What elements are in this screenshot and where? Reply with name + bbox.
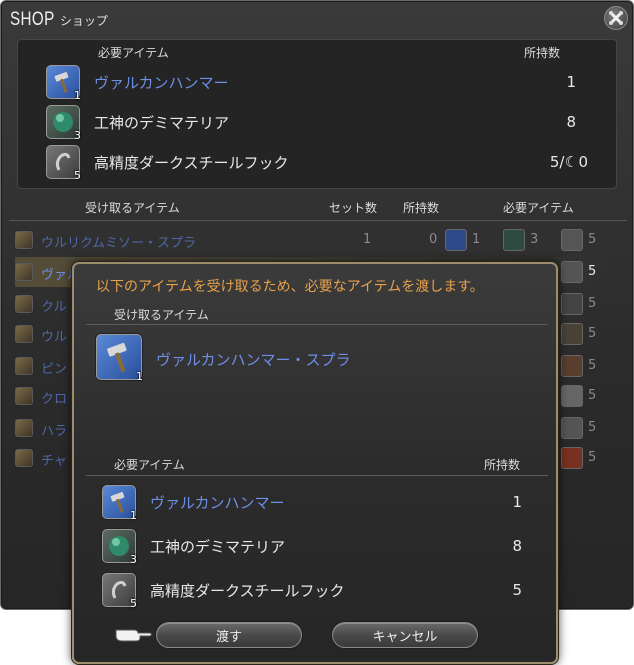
receive-item-panel: 1 ヴァルカンハンマー・スプラ <box>86 324 548 454</box>
col-set: セット数 <box>329 201 378 215</box>
item-name: 高精度ダークスチールフック <box>94 153 289 172</box>
item-quantity: 1 <box>74 89 81 102</box>
item-count: 5/☾0 <box>550 153 588 171</box>
item-icon <box>15 231 33 249</box>
mini-count: 5 <box>588 420 597 435</box>
item-quantity: 3 <box>74 129 81 142</box>
close-icon <box>609 11 623 25</box>
item-quantity: 5 <box>74 169 81 182</box>
item-icon: 5 <box>561 417 596 439</box>
mini-count: 3 <box>530 232 539 247</box>
required-header: 必要アイテム <box>98 46 169 60</box>
window-title: SHOP ショップ <box>10 9 108 31</box>
list-item-name: チャ <box>41 454 67 469</box>
mini-count: 5 <box>588 450 597 465</box>
list-item[interactable]: ウルリクムミソー・スプラ 1 0 1 3 5 <box>15 225 615 255</box>
item-icon <box>15 387 33 405</box>
required-item-row[interactable]: 1 ヴァルカンハンマー 1 <box>46 64 606 102</box>
required-header: 必要アイテム <box>114 458 185 472</box>
close-button[interactable] <box>604 6 628 30</box>
hq-icon: ☾ <box>564 153 579 171</box>
hook-icon: 5 <box>561 261 596 283</box>
hand-pointer-icon <box>115 629 152 642</box>
mini-count: 5 <box>588 264 597 279</box>
item-icon <box>15 325 33 343</box>
col-owned: 所持数 <box>403 201 440 215</box>
mini-count: 5 <box>588 326 597 341</box>
required-item-row[interactable]: 3 工神のデミマテリア 8 <box>46 104 606 142</box>
item-quantity: 1 <box>130 509 137 522</box>
item-count: 8 <box>512 537 522 555</box>
col-required: 必要アイテム <box>503 201 574 215</box>
hammer-icon: 1 <box>445 229 480 251</box>
owned-header: 所持数 <box>524 46 561 60</box>
item-icon: 5 <box>561 447 596 469</box>
col-receive: 受け取るアイテム <box>85 201 180 215</box>
materia-icon: 3 <box>102 529 137 566</box>
list-item-name: ウル <box>41 330 68 345</box>
list-item-name: ピン <box>41 362 68 377</box>
receive-header: 受け取るアイテム <box>114 308 209 322</box>
item-icon: 5 <box>561 385 596 407</box>
item-name: 高精度ダークスチールフック <box>150 581 345 600</box>
required-item-row[interactable]: 3 工神のデミマテリア 8 <box>102 528 522 566</box>
receive-item-name: ヴァルカンハンマー・スプラ <box>156 351 351 369</box>
item-name: ヴァルカンハンマー <box>94 73 229 92</box>
mini-count: 5 <box>588 388 597 403</box>
item-count: 1 <box>512 493 522 511</box>
list-divider <box>9 220 627 221</box>
confirm-dialog: 以下のアイテムを受け取るため、必要なアイテムを渡します。 受け取るアイテム 1 … <box>72 262 558 664</box>
item-icon: 5 <box>561 355 596 377</box>
dialog-message: 以下のアイテムを受け取るため、必要なアイテムを渡します。 <box>96 279 484 295</box>
cancel-button[interactable]: キャンセル <box>332 622 478 648</box>
list-item-name: クロ <box>41 392 68 407</box>
mini-count: 5 <box>588 358 597 373</box>
item-quantity: 5 <box>130 597 137 610</box>
mini-count: 5 <box>588 232 597 247</box>
hook-icon: 5 <box>46 145 81 182</box>
item-count-value: 5/ <box>549 153 565 171</box>
hammer-icon: 1 <box>46 65 81 102</box>
item-icon <box>15 295 33 313</box>
list-item-owned: 0 <box>429 232 438 247</box>
window-title-text: SHOP <box>10 9 55 30</box>
item-quantity: 1 <box>136 370 143 383</box>
materia-icon: 3 <box>503 229 538 251</box>
mini-count: 1 <box>472 232 481 247</box>
item-name: ヴァルカンハンマー <box>150 493 285 512</box>
item-count-hq: 0 <box>578 153 588 171</box>
list-item-name: ウルリクムミソー・スプラ <box>41 236 196 251</box>
materia-icon: 3 <box>46 105 81 142</box>
mini-count: 5 <box>588 296 597 311</box>
hammer-icon[interactable]: 1 <box>96 334 143 383</box>
hammer-icon: 1 <box>102 485 137 522</box>
list-item-name: ハラ <box>41 424 68 439</box>
item-count: 5 <box>512 581 522 599</box>
required-item-row[interactable]: 5 高精度ダークスチールフック 5/☾0 <box>46 144 606 182</box>
item-name: 工神のデミマテリア <box>94 113 230 132</box>
item-count: 8 <box>566 113 576 131</box>
item-icon <box>15 357 33 375</box>
required-items-panel: 必要アイテム 所持数 1 ヴァルカンハンマー 1 3 工神のデミマテリア 8 5… <box>17 39 617 189</box>
list-item-set: 1 <box>363 232 372 247</box>
item-count: 1 <box>566 73 576 91</box>
item-icon <box>15 263 33 281</box>
item-quantity: 3 <box>130 553 137 566</box>
required-item-row[interactable]: 1 ヴァルカンハンマー 1 <box>102 484 522 522</box>
window-subtitle: ショップ <box>59 14 108 28</box>
hook-icon: 5 <box>102 573 137 610</box>
required-item-row[interactable]: 5 高精度ダークスチールフック 5 <box>102 572 522 610</box>
hook-icon: 5 <box>561 229 596 251</box>
item-name: 工神のデミマテリア <box>150 537 286 556</box>
owned-header: 所持数 <box>484 458 521 472</box>
item-icon: 5 <box>561 293 596 315</box>
confirm-button[interactable]: 渡す <box>156 622 302 648</box>
item-icon <box>15 449 33 467</box>
list-item-name: クル <box>41 300 67 315</box>
item-icon: 5 <box>561 323 596 345</box>
divider <box>86 475 548 476</box>
item-icon <box>15 419 33 437</box>
